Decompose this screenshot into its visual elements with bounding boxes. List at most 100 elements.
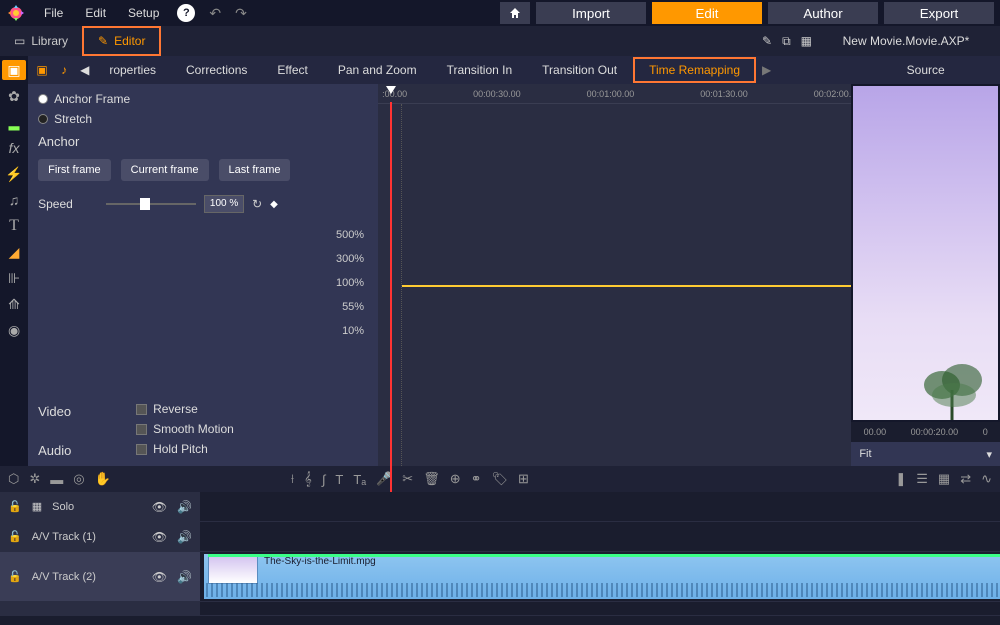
copy-icon[interactable]: ⧉ xyxy=(782,34,791,49)
menu-edit[interactable]: Edit xyxy=(75,2,116,24)
reverse-checkbox[interactable]: Reverse xyxy=(136,402,234,416)
track-body[interactable] xyxy=(200,492,1000,521)
author-button[interactable]: Author xyxy=(768,2,878,24)
tool-treble-icon[interactable]: 𝄞 xyxy=(304,471,312,487)
hold-pitch-checkbox[interactable]: Hold Pitch xyxy=(136,442,234,456)
sub-tab-transition-in[interactable]: Transition In xyxy=(433,59,527,81)
remap-graph[interactable] xyxy=(378,104,851,466)
track-body[interactable] xyxy=(200,522,1000,551)
track-label: A/V Track (1) xyxy=(32,531,142,543)
tool-trash-icon[interactable]: 🗑 xyxy=(423,471,440,487)
speed-slider[interactable] xyxy=(106,203,196,205)
tool-wave-icon[interactable]: ∿ xyxy=(981,471,992,487)
tool-curve-icon[interactable]: ∫ xyxy=(322,472,326,487)
sub-tab-time-remapping[interactable]: Time Remapping xyxy=(633,57,756,83)
tool-multi-icon[interactable]: ⊞ xyxy=(518,471,529,487)
redo-icon[interactable]: ↷ xyxy=(229,3,253,24)
tool-gear-icon[interactable]: ✲ xyxy=(29,471,40,487)
rail-fx-icon[interactable]: fx xyxy=(2,138,26,158)
sub-icon-clip[interactable]: ▣ xyxy=(32,60,52,80)
video-clip[interactable]: The-Sky-is-the-Limit.mpg xyxy=(204,554,1000,599)
smooth-motion-checkbox[interactable]: Smooth Motion xyxy=(136,422,234,436)
tool-magnet-icon[interactable]: ⬡ xyxy=(8,471,19,487)
reset-icon[interactable]: ↻ xyxy=(252,197,262,211)
ruler-tick: 00:02:00. xyxy=(814,89,852,99)
source-ruler[interactable]: 00.00 00:00:20.00 0 xyxy=(851,422,1000,442)
speed-input[interactable]: 100 % xyxy=(204,195,244,213)
rail-bolt-icon[interactable]: ⚡ xyxy=(2,164,26,184)
speaker-icon[interactable]: 🔊 xyxy=(177,500,192,514)
marker-icon[interactable]: ✎ xyxy=(762,34,772,48)
sub-tab-effect[interactable]: Effect xyxy=(263,59,321,81)
tool-hand-icon[interactable]: ✋ xyxy=(95,471,111,487)
track-body[interactable]: The-Sky-is-the-Limit.mpg xyxy=(200,552,1000,601)
home-button[interactable] xyxy=(500,2,530,24)
tool-list-icon[interactable]: ☰ xyxy=(916,471,928,487)
speaker-icon[interactable]: 🔊 xyxy=(177,530,192,544)
lock-icon[interactable]: 🔓 xyxy=(8,530,22,543)
tab-library[interactable]: ▭ Library xyxy=(0,26,82,56)
grid-icon[interactable]: ▦ xyxy=(801,34,812,48)
fit-dropdown[interactable]: Fit ▾ xyxy=(851,442,1000,466)
lock-icon[interactable]: 🔓 xyxy=(8,570,22,583)
tool-tag-icon[interactable]: 🏷 xyxy=(492,471,509,487)
tool-swap-icon[interactable]: ⇄ xyxy=(960,471,971,487)
rail-folder-icon[interactable]: ▂ xyxy=(2,112,26,132)
rail-text-icon[interactable]: T xyxy=(2,216,26,236)
edit-button[interactable]: Edit xyxy=(652,2,762,24)
menu-file[interactable]: File xyxy=(34,2,73,24)
rail-audio-icon[interactable]: ⟰ xyxy=(2,294,26,314)
export-button[interactable]: Export xyxy=(884,2,994,24)
playhead-icon[interactable] xyxy=(386,86,396,94)
sub-tab-corrections[interactable]: Corrections xyxy=(172,59,261,81)
rail-media-icon[interactable]: ▣ xyxy=(2,60,26,80)
tab-editor[interactable]: ✎ Editor xyxy=(82,26,161,56)
eye-icon[interactable]: 👁 xyxy=(152,530,167,544)
sub-tab-next-icon[interactable]: ▶ xyxy=(758,63,775,77)
sub-tab-prev-icon[interactable]: ◀ xyxy=(76,63,93,77)
tool-snap-icon[interactable]: ⊕ xyxy=(450,471,461,487)
tool-target-icon[interactable]: ◎ xyxy=(73,471,84,487)
chevron-down-icon: ▾ xyxy=(986,448,992,461)
sub-tab-pan-zoom[interactable]: Pan and Zoom xyxy=(324,59,431,81)
last-frame-button[interactable]: Last frame xyxy=(219,159,291,181)
tool-cut-icon[interactable]: ✂ xyxy=(402,471,413,487)
tool-marker-icon[interactable]: ▬ xyxy=(50,472,63,487)
undo-icon[interactable]: ↶ xyxy=(203,3,227,24)
sub-icon-music[interactable]: ♪ xyxy=(54,60,74,80)
speed-curve[interactable] xyxy=(402,285,851,287)
current-frame-button[interactable]: Current frame xyxy=(121,159,209,181)
eye-icon[interactable]: 👁 xyxy=(152,500,167,514)
sub-tab-properties[interactable]: roperties xyxy=(95,59,170,81)
tab-editor-label: Editor xyxy=(114,34,145,48)
menu-setup[interactable]: Setup xyxy=(118,2,169,24)
eye-icon[interactable]: 👁 xyxy=(152,570,167,584)
tool-subtitle-icon[interactable]: Tₐ xyxy=(353,472,366,487)
track-solo: 🔓 ▦ Solo 👁 🔊 xyxy=(0,492,1000,522)
graph-ruler[interactable]: :00.00 00:00:30.00 00:01:00.00 00:01:30.… xyxy=(378,84,851,104)
tool-film-icon[interactable]: ▦ xyxy=(938,471,950,487)
tool-volume-icon[interactable]: ⟊ xyxy=(291,471,294,487)
source-preview xyxy=(853,86,998,420)
rail-disc-icon[interactable]: ◉ xyxy=(2,320,26,340)
tool-mark-in-icon[interactable]: ❚ xyxy=(895,471,906,487)
collapse-icon[interactable]: ▦ xyxy=(32,500,42,513)
stretch-radio[interactable]: Stretch xyxy=(38,112,368,126)
tool-title-icon[interactable]: T xyxy=(335,472,343,487)
rail-gears-icon[interactable]: ✿ xyxy=(2,86,26,106)
lock-icon[interactable]: 🔓 xyxy=(8,500,22,513)
ruler-tick: 00:01:30.00 xyxy=(700,89,748,99)
first-frame-button[interactable]: First frame xyxy=(38,159,111,181)
rail-pin-icon[interactable]: ◢ xyxy=(2,242,26,262)
speaker-icon[interactable]: 🔊 xyxy=(177,570,192,584)
sub-tab-transition-out[interactable]: Transition Out xyxy=(528,59,631,81)
rail-music-icon[interactable]: ♫ xyxy=(2,190,26,210)
tool-link-icon[interactable]: ⚭ xyxy=(471,471,482,487)
keyframe-icon[interactable]: ◆ xyxy=(270,199,278,210)
help-icon[interactable]: ? xyxy=(177,4,195,22)
import-button[interactable]: Import xyxy=(536,2,646,24)
ruler-tick: 00:00:30.00 xyxy=(473,89,521,99)
rail-piano-icon[interactable]: ⊪ xyxy=(2,268,26,288)
anchor-frame-radio[interactable]: Anchor Frame xyxy=(38,92,368,106)
src-tick: 00:00:20.00 xyxy=(911,427,959,437)
